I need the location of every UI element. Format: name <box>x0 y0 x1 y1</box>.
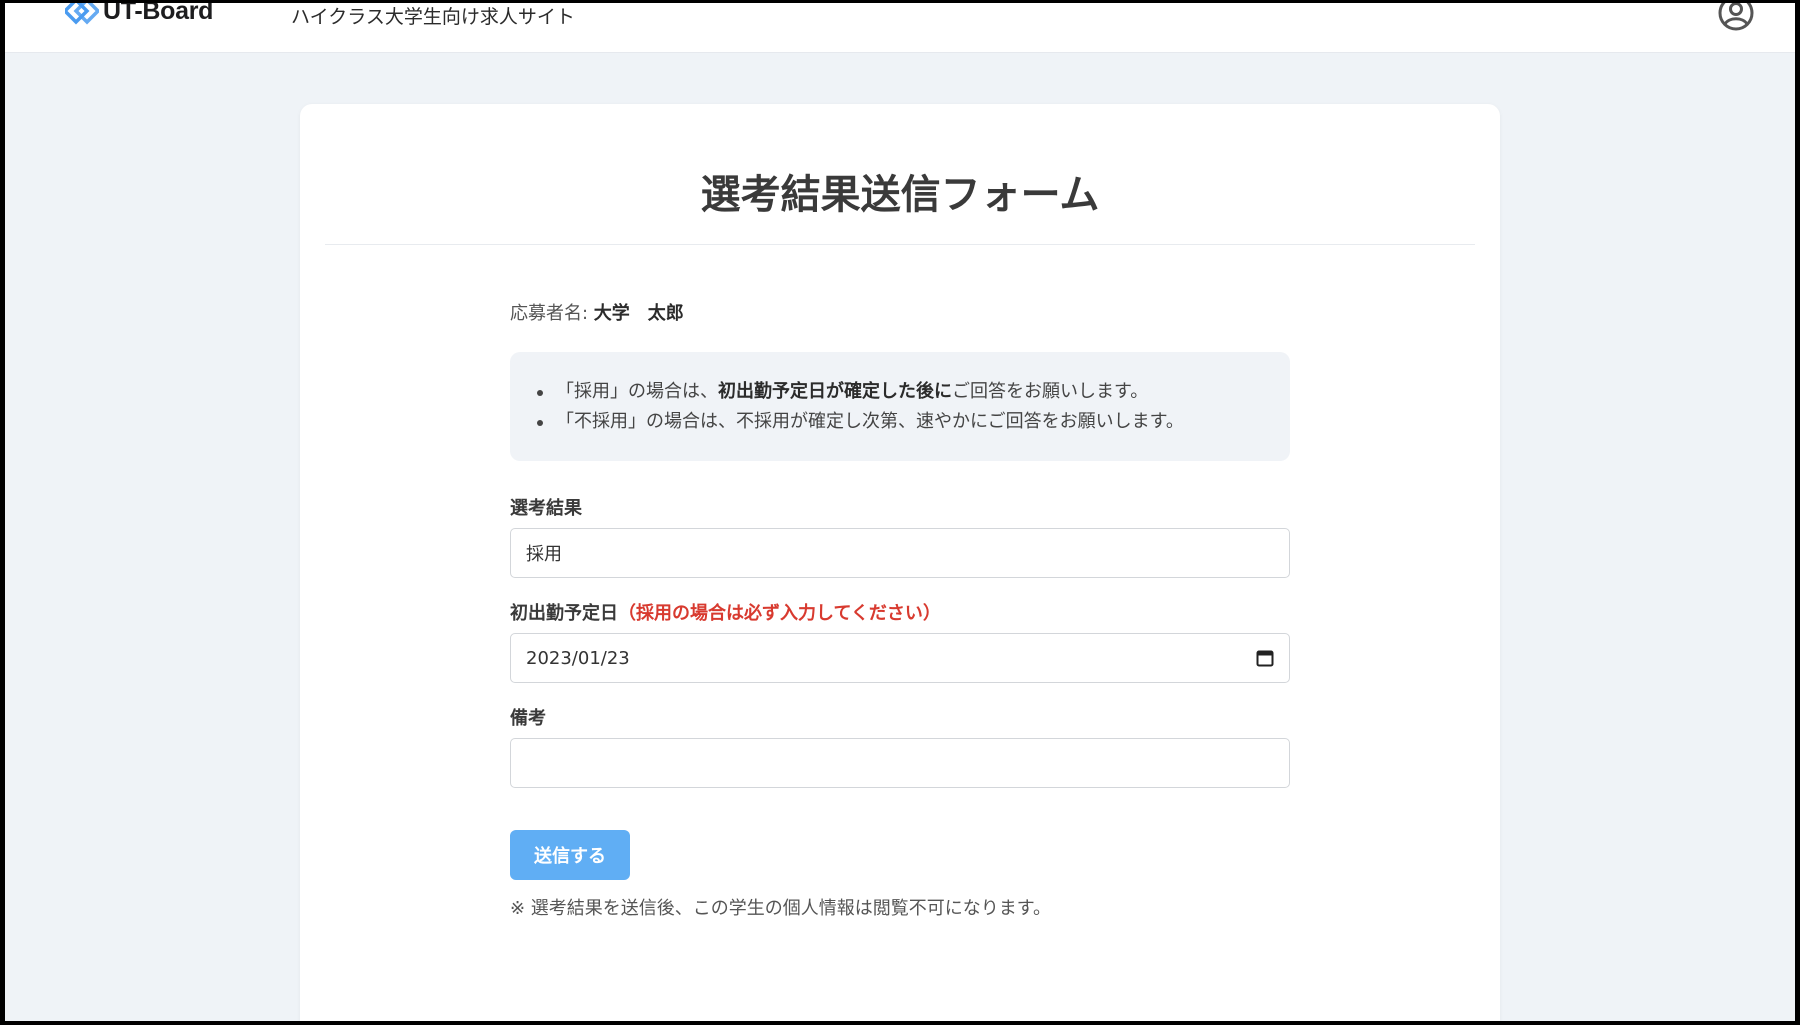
notice-item-reject: 「不採用」の場合は、不採用が確定し次第、速やかにご回答をお願いします。 <box>536 407 1290 437</box>
remarks-input[interactable] <box>510 738 1290 788</box>
logo-text: UT-Board <box>103 3 214 25</box>
notice-item1-suffix: ご回答をお願いします。 <box>952 381 1149 402</box>
top-navbar: UT-Board ハイクラス大学生向け求人サイト <box>5 3 1795 53</box>
calendar-icon[interactable] <box>1256 649 1274 667</box>
start-date-value: 2023/01/23 <box>526 647 630 669</box>
start-date-required-note: （採用の場合は必ず入力してください） <box>618 603 941 624</box>
notice-item-hire: 「採用」の場合は、初出勤予定日が確定した後にご回答をお願いします。 <box>536 377 1290 407</box>
remarks-label: 備考 <box>510 708 546 729</box>
result-value: 採用 <box>526 544 562 565</box>
logo[interactable]: UT-Board <box>65 3 213 26</box>
applicant-name-row: 応募者名: 大学 太郎 <box>510 299 684 325</box>
result-select[interactable]: 採用 <box>510 528 1290 578</box>
site-tagline: ハイクラス大学生向け求人サイト <box>291 6 575 28</box>
result-label: 選考結果 <box>510 498 582 519</box>
notice-item1-prefix: 「採用」の場合は、 <box>556 381 718 402</box>
title-divider <box>325 244 1475 245</box>
app-frame: UT-Board ハイクラス大学生向け求人サイト 選考結果送信フォーム 応募者名… <box>5 3 1795 1021</box>
logo-diamond-icon <box>65 3 99 24</box>
page-title: 選考結果送信フォーム <box>700 172 1100 218</box>
start-date-input[interactable]: 2023/01/23 <box>510 633 1290 683</box>
start-date-label-row: 初出勤予定日（採用の場合は必ず入力してください） <box>510 599 941 625</box>
submit-button[interactable]: 送信する <box>510 830 630 880</box>
applicant-name: 大学 太郎 <box>593 303 684 324</box>
notice-box: 「採用」の場合は、初出勤予定日が確定した後にご回答をお願いします。 「不採用」の… <box>510 352 1290 461</box>
notice-item1-bold: 初出勤予定日が確定した後に <box>718 381 952 402</box>
applicant-label: 応募者名: <box>510 303 594 324</box>
form-card: 選考結果送信フォーム 応募者名: 大学 太郎 「採用」の場合は、初出勤予定日が確… <box>300 104 1500 1021</box>
footnote: ※ 選考結果を送信後、この学生の個人情報は閲覧不可になります。 <box>510 898 1052 919</box>
user-account-icon[interactable] <box>1717 3 1755 36</box>
start-date-label: 初出勤予定日 <box>510 603 618 624</box>
